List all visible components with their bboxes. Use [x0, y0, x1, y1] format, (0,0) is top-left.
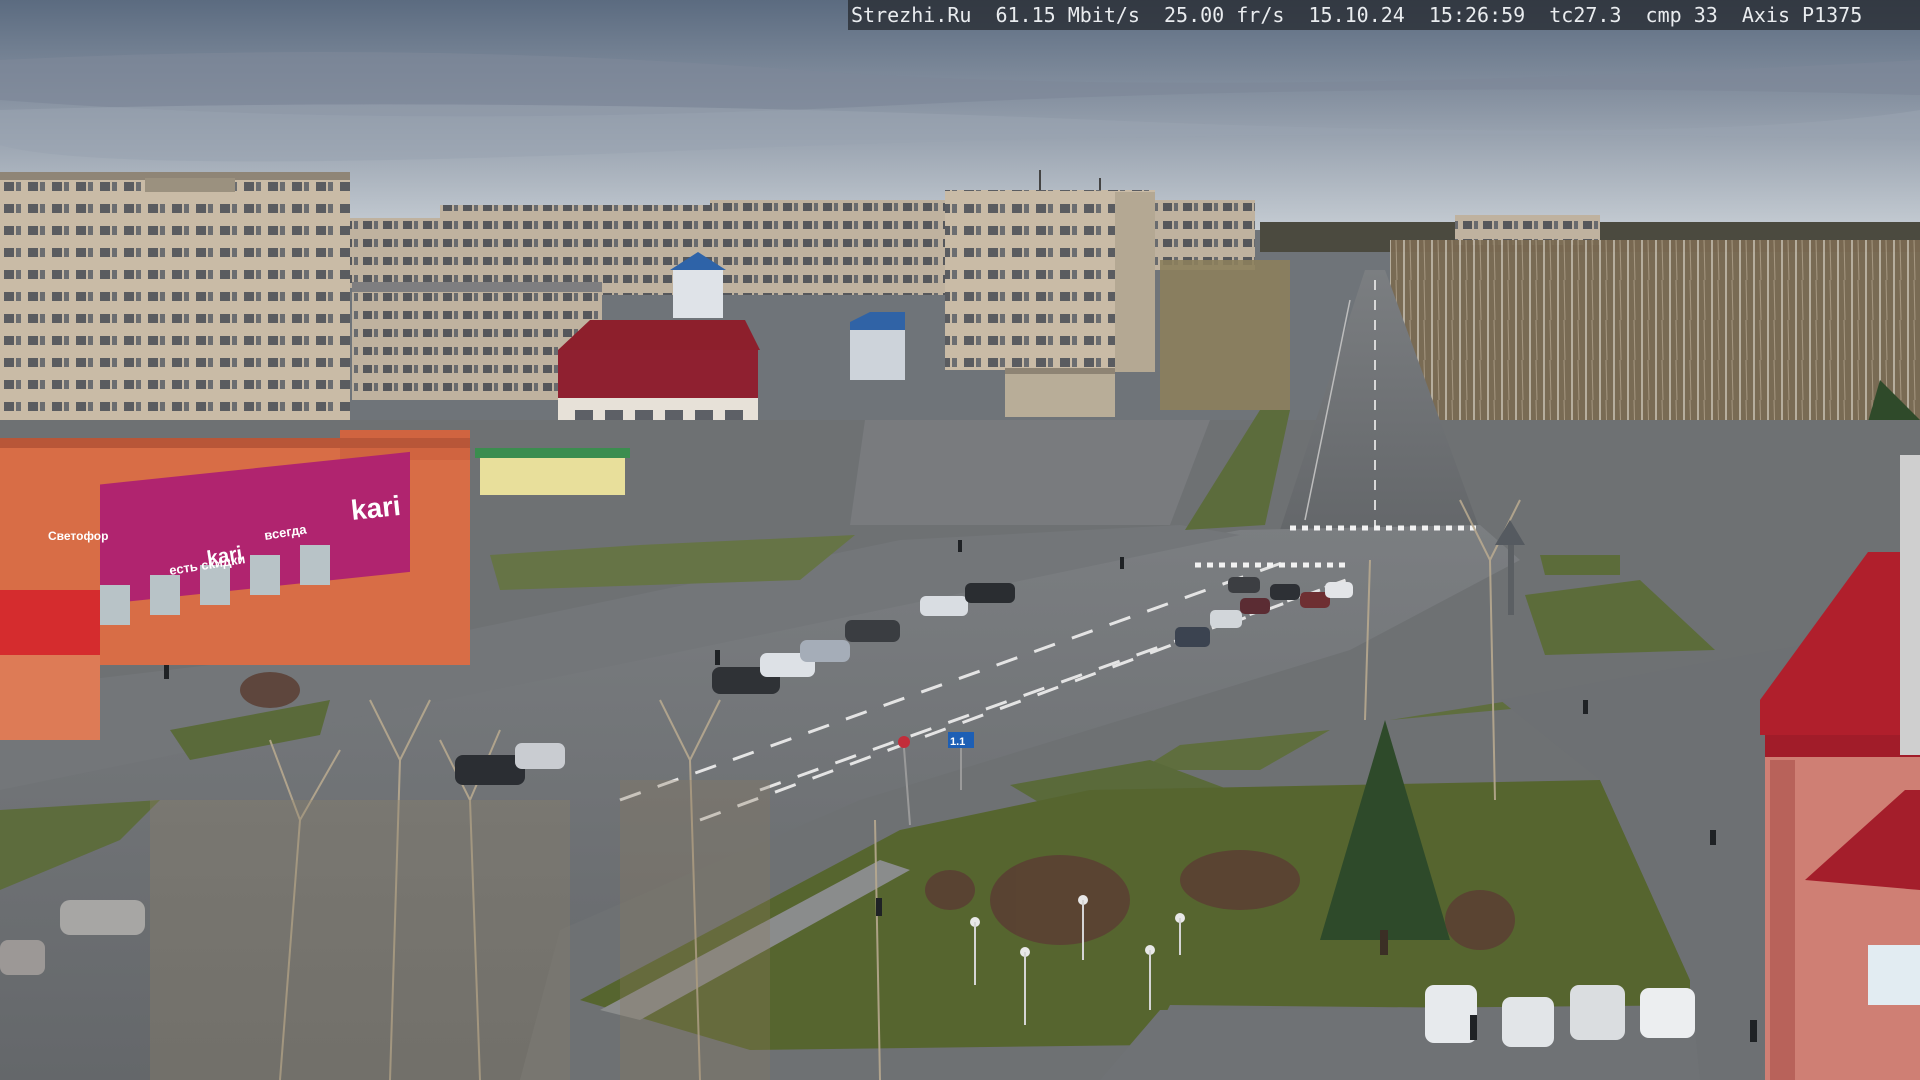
- car: [60, 900, 145, 935]
- car: [1270, 584, 1300, 600]
- bush: [990, 855, 1130, 945]
- car: [1175, 627, 1210, 647]
- apartment-block: [710, 200, 950, 295]
- overlay-camera-model: Axis P1375: [1741, 3, 1863, 27]
- store-sign-text: Светофор: [48, 529, 108, 543]
- traffic-sign: [898, 736, 910, 748]
- apartment-block: [440, 205, 710, 295]
- overlay-time: 15:26:59: [1428, 3, 1526, 27]
- street-scene: kari есть скидки всегда kari Светофор 1.…: [0, 0, 1920, 1080]
- overlay-tc: tc27.3: [1549, 3, 1622, 27]
- car: [920, 596, 968, 616]
- car: [1240, 598, 1270, 614]
- car: [0, 940, 45, 975]
- overlay-fps: 25.00 fr/s: [1164, 3, 1285, 27]
- car: [1228, 577, 1260, 593]
- apartment-block: [1150, 200, 1255, 270]
- pedestrian: [876, 898, 882, 916]
- tree-clump: [1160, 260, 1290, 410]
- road-sign-text: 1.1: [950, 736, 965, 748]
- pedestrian: [1470, 1015, 1477, 1040]
- car: [1570, 985, 1625, 1040]
- camera-frame: kari есть скидки всегда kari Светофор 1.…: [0, 0, 1920, 1080]
- plaza: [850, 420, 1210, 525]
- car: [515, 743, 565, 769]
- car: [1502, 997, 1554, 1047]
- kari-logo-text: kari: [349, 490, 402, 526]
- car: [845, 620, 900, 642]
- car: [965, 583, 1015, 603]
- bush: [240, 672, 300, 708]
- red-roof: [558, 320, 760, 350]
- pedestrian: [715, 650, 720, 665]
- low-building: [1005, 372, 1115, 417]
- tower-stair-shaft: [1115, 192, 1155, 372]
- overlay-bitrate: 61.15 Mbit/s: [995, 3, 1140, 27]
- pedestrian: [164, 665, 169, 679]
- pedestrian: [1710, 830, 1716, 845]
- foreground-trees: [620, 780, 770, 1080]
- blue-roof-tower: [673, 270, 723, 318]
- pedestrian: [1750, 1020, 1757, 1042]
- green-kiosk: [480, 455, 625, 495]
- pedestrian: [1583, 700, 1588, 714]
- bush: [925, 870, 975, 910]
- pedestrian: [958, 540, 962, 552]
- overlay-date: 15.10.24: [1308, 3, 1405, 27]
- car: [1325, 582, 1353, 598]
- car: [1210, 610, 1242, 628]
- car: [800, 640, 850, 662]
- lawn: [1540, 555, 1620, 575]
- pedestrian: [1120, 557, 1124, 569]
- overlay-site: Strezhi.Ru: [851, 3, 972, 27]
- bush: [1445, 890, 1515, 950]
- car: [455, 755, 525, 785]
- camera-info-overlay: Strezhi.Ru 61.15 Mbit/s 25.00 fr/s 15.10…: [848, 0, 1920, 30]
- car: [1425, 985, 1477, 1043]
- car: [1640, 988, 1695, 1038]
- bush: [1180, 850, 1300, 910]
- foreground-trees: [150, 800, 570, 1080]
- overlay-cmp: cmp 33: [1645, 3, 1718, 27]
